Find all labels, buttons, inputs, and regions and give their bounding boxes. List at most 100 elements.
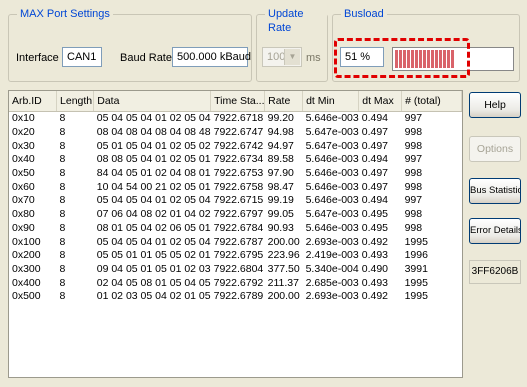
cell-total-count: 997 [404,194,423,207]
cell-dt-max: 0.497 [361,139,389,152]
cell-rate: 99.20 [267,112,294,125]
cell-data: 05 04 05 04 01 02 05 04 [96,194,211,207]
cell-rate: 200.00 [267,290,300,303]
message-table[interactable]: Arb.ID Length Data Time Sta... Rate dt Min dt … [8,90,463,378]
cell-arb-id: 0x40 [12,153,35,166]
cell-data: 01 02 03 05 04 02 01 05 [96,290,211,303]
cell-total-count: 998 [404,167,423,180]
cell-length: 8 [59,208,66,221]
cell-length: 8 [59,221,66,234]
table-row[interactable]: 0x80 8 07 06 04 08 02 01 04 02 7922.6797 99.… [9,208,462,222]
cell-timestamp: 7922.6747 [213,126,264,139]
column-header-rate[interactable]: Rate [264,91,304,112]
interface-field: CAN1 [62,47,102,67]
cell-data: 05 04 05 04 01 02 05 04 [96,235,211,248]
table-row[interactable]: 0x40 8 08 08 05 04 01 02 05 01 7922.6734 89.… [9,153,462,167]
column-header-arb-id[interactable]: Arb.ID [9,91,58,112]
cell-arb-id: 0x500 [12,290,41,303]
cell-timestamp: 7922.6742 [213,139,264,152]
column-header-dt-min[interactable]: dt Min [302,91,360,112]
cell-arb-id: 0x70 [12,194,35,207]
table-row[interactable]: 0x100 8 05 04 05 04 01 02 05 04 7922.6787 20… [9,235,462,249]
cell-dt-max: 0.497 [361,180,389,193]
table-row[interactable]: 0x30 8 05 01 05 04 01 02 05 02 7922.6742 94.… [9,139,462,153]
cell-arb-id: 0x10 [12,112,35,125]
cell-length: 8 [59,153,66,166]
cell-rate: 89.58 [267,153,294,166]
cell-dt-max: 0.494 [361,194,389,207]
cell-arb-id: 0x90 [12,221,35,234]
table-row[interactable]: 0x60 8 10 04 54 00 21 02 05 01 7922.6758 98.… [9,180,462,194]
cell-arb-id: 0x400 [12,276,41,289]
update-rate-select[interactable]: 100 ▼ [262,47,302,67]
bus-statistics-button[interactable]: Bus Statistics [469,178,521,204]
table-row[interactable]: 0x70 8 05 04 05 04 01 02 05 04 7922.6715 99.… [9,194,462,208]
cell-arb-id: 0x100 [12,235,41,248]
cell-arb-id: 0x200 [12,249,41,262]
device-id-label: 3FF6206B [469,260,521,284]
cell-data: 07 06 04 08 02 01 04 02 [96,208,211,221]
cell-rate: 211.37 [267,276,299,289]
error-details-button[interactable]: Error Details [469,218,521,244]
table-row[interactable]: 0x20 8 08 04 08 04 08 04 08 48 7922.6747 94.… [9,126,462,140]
column-header-total-count[interactable]: # (total) [401,91,462,112]
cell-rate: 94.97 [267,139,294,152]
chevron-down-icon[interactable]: ▼ [284,49,300,65]
cell-dt-max: 0.497 [361,167,389,180]
column-header-data[interactable]: Data [93,91,212,112]
cell-arb-id: 0x60 [12,180,35,193]
cell-rate: 200.00 [267,235,300,248]
help-button[interactable]: Help [469,92,521,118]
baud-rate-label: Baud Rate : [120,52,179,64]
cell-dt-max: 0.492 [361,235,389,248]
cell-rate: 94.98 [267,126,294,139]
cell-dt-min: 2.693e-003 [305,290,359,303]
table-row[interactable]: 0x90 8 08 01 05 04 02 06 05 01 7922.6784 90.… [9,222,462,236]
table-row[interactable]: 0x200 8 05 05 01 01 05 05 02 01 7922.6795 22… [9,249,462,263]
update-rate-unit: ms [306,52,321,64]
cell-arb-id: 0x50 [12,167,35,180]
cell-total-count: 1995 [404,235,428,248]
cell-rate: 99.19 [267,194,294,207]
column-header-length[interactable]: Length [56,91,95,112]
cell-length: 8 [59,180,66,193]
options-button[interactable]: Options [469,136,521,162]
cell-dt-max: 0.494 [361,153,389,166]
cell-data: 05 05 01 01 05 05 02 01 [96,249,211,262]
cell-dt-max: 0.497 [361,126,389,139]
cell-timestamp: 7922.6758 [213,180,264,193]
cell-dt-max: 0.493 [361,276,389,289]
table-row[interactable]: 0x500 8 01 02 03 05 04 02 01 05 7922.6789 20… [9,290,462,304]
cell-rate: 90.93 [267,221,294,234]
cell-arb-id: 0x80 [12,208,35,221]
cell-dt-max: 0.495 [361,221,389,234]
cell-timestamp: 7922.6804 [213,262,264,275]
cell-dt-min: 5.647e-003 [305,208,359,221]
cell-timestamp: 7922.6789 [213,290,264,303]
table-row[interactable]: 0x10 8 05 04 05 04 01 02 05 04 7922.6718 99.… [9,112,462,126]
cell-length: 8 [59,194,66,207]
cell-dt-max: 0.492 [361,290,389,303]
cell-data: 09 04 05 01 05 01 02 03 [96,262,211,275]
cell-timestamp: 7922.6715 [213,194,264,207]
cell-total-count: 1995 [404,290,428,303]
column-header-timestamp[interactable]: Time Sta... [210,91,266,112]
busload-highlight-annotation [334,38,470,78]
table-row[interactable]: 0x400 8 02 04 05 08 01 05 04 05 7922.6792 21… [9,276,462,290]
cell-dt-min: 2.685e-003 [305,276,359,289]
cell-timestamp: 7922.6795 [213,249,264,262]
column-header-dt-max[interactable]: dt Max [358,91,403,112]
cell-length: 8 [59,167,66,180]
cell-timestamp: 7922.6784 [213,221,264,234]
table-row[interactable]: 0x300 8 09 04 05 01 05 01 02 03 7922.6804 37… [9,263,462,277]
cell-data: 10 04 54 00 21 02 05 01 [96,180,211,193]
cell-length: 8 [59,139,66,152]
cell-data: 02 04 05 08 01 05 04 05 [96,276,211,289]
cell-data: 08 01 05 04 02 06 05 01 [96,221,211,234]
cell-dt-min: 2.419e-003 [305,249,359,262]
cell-dt-max: 0.490 [361,262,389,275]
cell-dt-min: 5.647e-003 [305,139,359,152]
table-row[interactable]: 0x50 8 84 04 05 01 02 04 08 01 7922.6753 97.… [9,167,462,181]
update-rate-value: 100 [267,51,286,63]
cell-rate: 99.05 [267,208,294,221]
